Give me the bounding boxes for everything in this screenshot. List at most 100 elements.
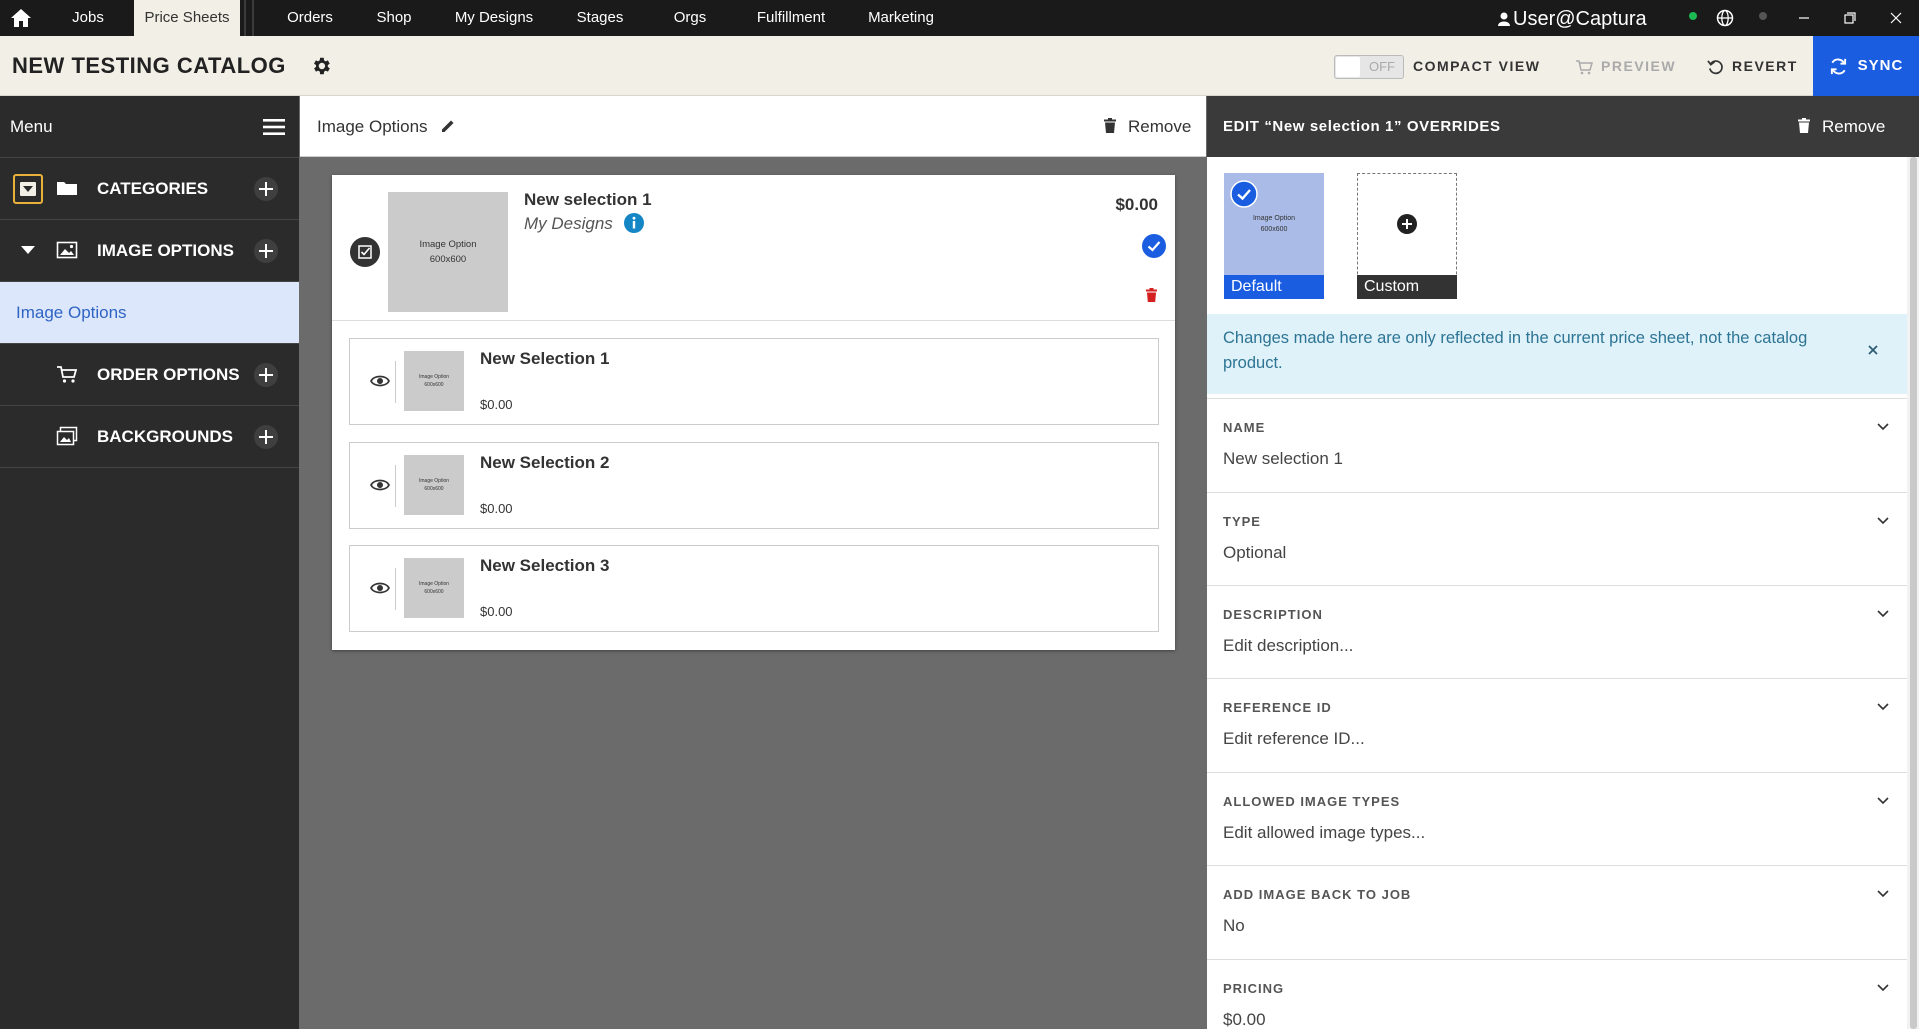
thumbnail-text: Image Option bbox=[418, 374, 450, 380]
eye-icon[interactable] bbox=[370, 581, 390, 595]
catalog-header: NEW TESTING CATALOG OFF COMPACT VIEW PRE… bbox=[0, 36, 1919, 96]
chevron-down-icon[interactable] bbox=[1877, 423, 1889, 431]
sidebar-item-image-options[interactable]: IMAGE OPTIONS bbox=[0, 220, 299, 282]
add-image-option-button[interactable] bbox=[253, 238, 279, 264]
restore-icon bbox=[1844, 12, 1856, 24]
field-allowed-image-types[interactable]: ALLOWED IMAGE TYPES Edit allowed image t… bbox=[1207, 772, 1907, 866]
field-description[interactable]: DESCRIPTION Edit description... bbox=[1207, 585, 1907, 679]
field-value[interactable]: New selection 1 bbox=[1223, 449, 1343, 469]
compact-view-label: COMPACT VIEW bbox=[1413, 58, 1541, 74]
toggle-knob bbox=[1336, 57, 1360, 77]
field-value[interactable]: Edit allowed image types... bbox=[1223, 823, 1425, 843]
revert-button[interactable]: REVERT bbox=[1707, 36, 1798, 96]
selection-price: $0.00 bbox=[480, 397, 513, 412]
chevron-down-icon[interactable] bbox=[1877, 890, 1889, 898]
sidebar-item-backgrounds[interactable]: BACKGROUNDS bbox=[0, 406, 299, 468]
caret-down-icon bbox=[20, 182, 36, 196]
pencil-icon[interactable] bbox=[440, 118, 456, 134]
eye-icon[interactable] bbox=[370, 374, 390, 388]
nav-tab-fulfillment[interactable]: Fulfillment bbox=[748, 0, 834, 36]
nav-tab-orders[interactable]: Orders bbox=[278, 0, 342, 36]
field-reference-id[interactable]: REFERENCE ID Edit reference ID... bbox=[1207, 678, 1907, 772]
top-nav-bar: Jobs Price Sheets Orders Shop My Designs… bbox=[0, 0, 1919, 36]
sidebar-item-categories[interactable]: CATEGORIES bbox=[0, 158, 299, 220]
overrides-title: EDIT “New selection 1” OVERRIDES bbox=[1223, 118, 1501, 135]
option-thumbnail: Image Option 600x600 bbox=[388, 192, 508, 312]
field-value[interactable]: Optional bbox=[1223, 543, 1286, 563]
gear-icon[interactable] bbox=[310, 55, 332, 77]
close-window-button[interactable] bbox=[1874, 0, 1918, 36]
remove-override-button[interactable]: Remove bbox=[1798, 96, 1885, 157]
nav-tab-shop[interactable]: Shop bbox=[368, 0, 420, 36]
nav-tab-my-designs[interactable]: My Designs bbox=[450, 0, 538, 36]
chevron-down-icon[interactable] bbox=[1877, 984, 1889, 992]
field-type[interactable]: TYPE Optional bbox=[1207, 492, 1907, 586]
selection-row[interactable]: Image Option 600x600 New Selection 2 $0.… bbox=[349, 442, 1159, 529]
selected-check-icon[interactable] bbox=[1142, 234, 1166, 258]
sidebar-item-order-options[interactable]: ORDER OPTIONS bbox=[0, 344, 299, 406]
home-icon[interactable] bbox=[10, 8, 32, 28]
sidebar-item-label: BACKGROUNDS bbox=[97, 427, 233, 446]
chevron-down-icon[interactable] bbox=[1877, 703, 1889, 711]
option-price: $0.00 bbox=[1115, 195, 1158, 214]
divider bbox=[395, 568, 396, 610]
field-value[interactable]: No bbox=[1223, 916, 1245, 936]
field-value[interactable]: Edit reference ID... bbox=[1223, 729, 1365, 749]
preview-button[interactable]: PREVIEW bbox=[1575, 36, 1676, 96]
minimize-button[interactable] bbox=[1782, 0, 1826, 36]
nav-tab-price-sheets[interactable]: Price Sheets bbox=[134, 0, 240, 36]
thumbnail-size: 600x600 bbox=[429, 254, 467, 265]
selection-price: $0.00 bbox=[480, 501, 513, 516]
image-choice-default[interactable]: Image Option 600x600 Default bbox=[1224, 173, 1324, 299]
option-summary[interactable]: Image Option 600x600 New selection 1 My … bbox=[332, 175, 1175, 321]
scrollbar-thumb[interactable] bbox=[1910, 157, 1917, 1029]
remove-section-button[interactable]: Remove bbox=[1104, 96, 1191, 157]
expand-toggle[interactable] bbox=[13, 174, 43, 204]
divider bbox=[395, 361, 396, 403]
add-category-button[interactable] bbox=[253, 176, 279, 202]
field-pricing[interactable]: PRICING $0.00 bbox=[1207, 959, 1907, 1029]
info-notice: Changes made here are only reflected in … bbox=[1207, 314, 1907, 394]
nav-tab-jobs[interactable]: Jobs bbox=[58, 0, 118, 36]
sync-button[interactable]: SYNC bbox=[1813, 36, 1919, 96]
chevron-down-icon[interactable] bbox=[1877, 517, 1889, 525]
selection-row[interactable]: Image Option 600x600 New Selection 3 $0.… bbox=[349, 545, 1159, 632]
compact-view-toggle[interactable]: OFF bbox=[1334, 55, 1404, 79]
close-icon bbox=[1890, 12, 1902, 24]
minimize-icon bbox=[1799, 17, 1809, 19]
delete-icon[interactable] bbox=[1146, 288, 1157, 302]
sidebar-subitem-image-options[interactable]: Image Options bbox=[0, 282, 299, 344]
thumbnail-text: Image Option bbox=[1252, 214, 1296, 222]
field-value[interactable]: $0.00 bbox=[1223, 1010, 1266, 1029]
image-icon bbox=[56, 241, 78, 259]
field-label: ADD IMAGE BACK TO JOB bbox=[1223, 887, 1412, 902]
nav-separator bbox=[244, 0, 246, 36]
field-name[interactable]: NAME New selection 1 bbox=[1207, 398, 1907, 492]
user-menu[interactable]: User@Captura bbox=[1498, 0, 1647, 38]
chevron-down-icon[interactable] bbox=[1877, 610, 1889, 618]
globe-icon[interactable] bbox=[1716, 9, 1734, 27]
hamburger-menu-icon[interactable] bbox=[263, 118, 285, 136]
restore-button[interactable] bbox=[1828, 0, 1872, 36]
folder-icon bbox=[57, 182, 77, 195]
field-value[interactable]: Edit description... bbox=[1223, 636, 1353, 656]
image-choice-custom[interactable]: Custom bbox=[1357, 173, 1457, 299]
nav-tab-orgs[interactable]: Orgs bbox=[662, 0, 718, 36]
add-order-option-button[interactable] bbox=[253, 362, 279, 388]
thumbnail-text: Image Option bbox=[418, 478, 450, 484]
menu-header: Menu bbox=[0, 96, 299, 158]
close-icon[interactable] bbox=[1867, 344, 1879, 356]
field-add-image-back-to-job[interactable]: ADD IMAGE BACK TO JOB No bbox=[1207, 865, 1907, 959]
checklist-icon[interactable] bbox=[350, 237, 380, 267]
add-background-button[interactable] bbox=[253, 424, 279, 450]
nav-tab-stages[interactable]: Stages bbox=[568, 0, 632, 36]
nav-tab-marketing[interactable]: Marketing bbox=[862, 0, 940, 36]
eye-icon[interactable] bbox=[370, 478, 390, 492]
info-icon[interactable] bbox=[624, 213, 644, 233]
preview-label: PREVIEW bbox=[1601, 58, 1677, 74]
chevron-down-icon[interactable] bbox=[1877, 797, 1889, 805]
option-subtitle: My Designs bbox=[524, 214, 613, 233]
center-toolbar: Image Options Remove bbox=[300, 96, 1206, 157]
caret-down-icon[interactable] bbox=[20, 244, 36, 256]
selection-row[interactable]: Image Option 600x600 New Selection 1 $0.… bbox=[349, 338, 1159, 425]
